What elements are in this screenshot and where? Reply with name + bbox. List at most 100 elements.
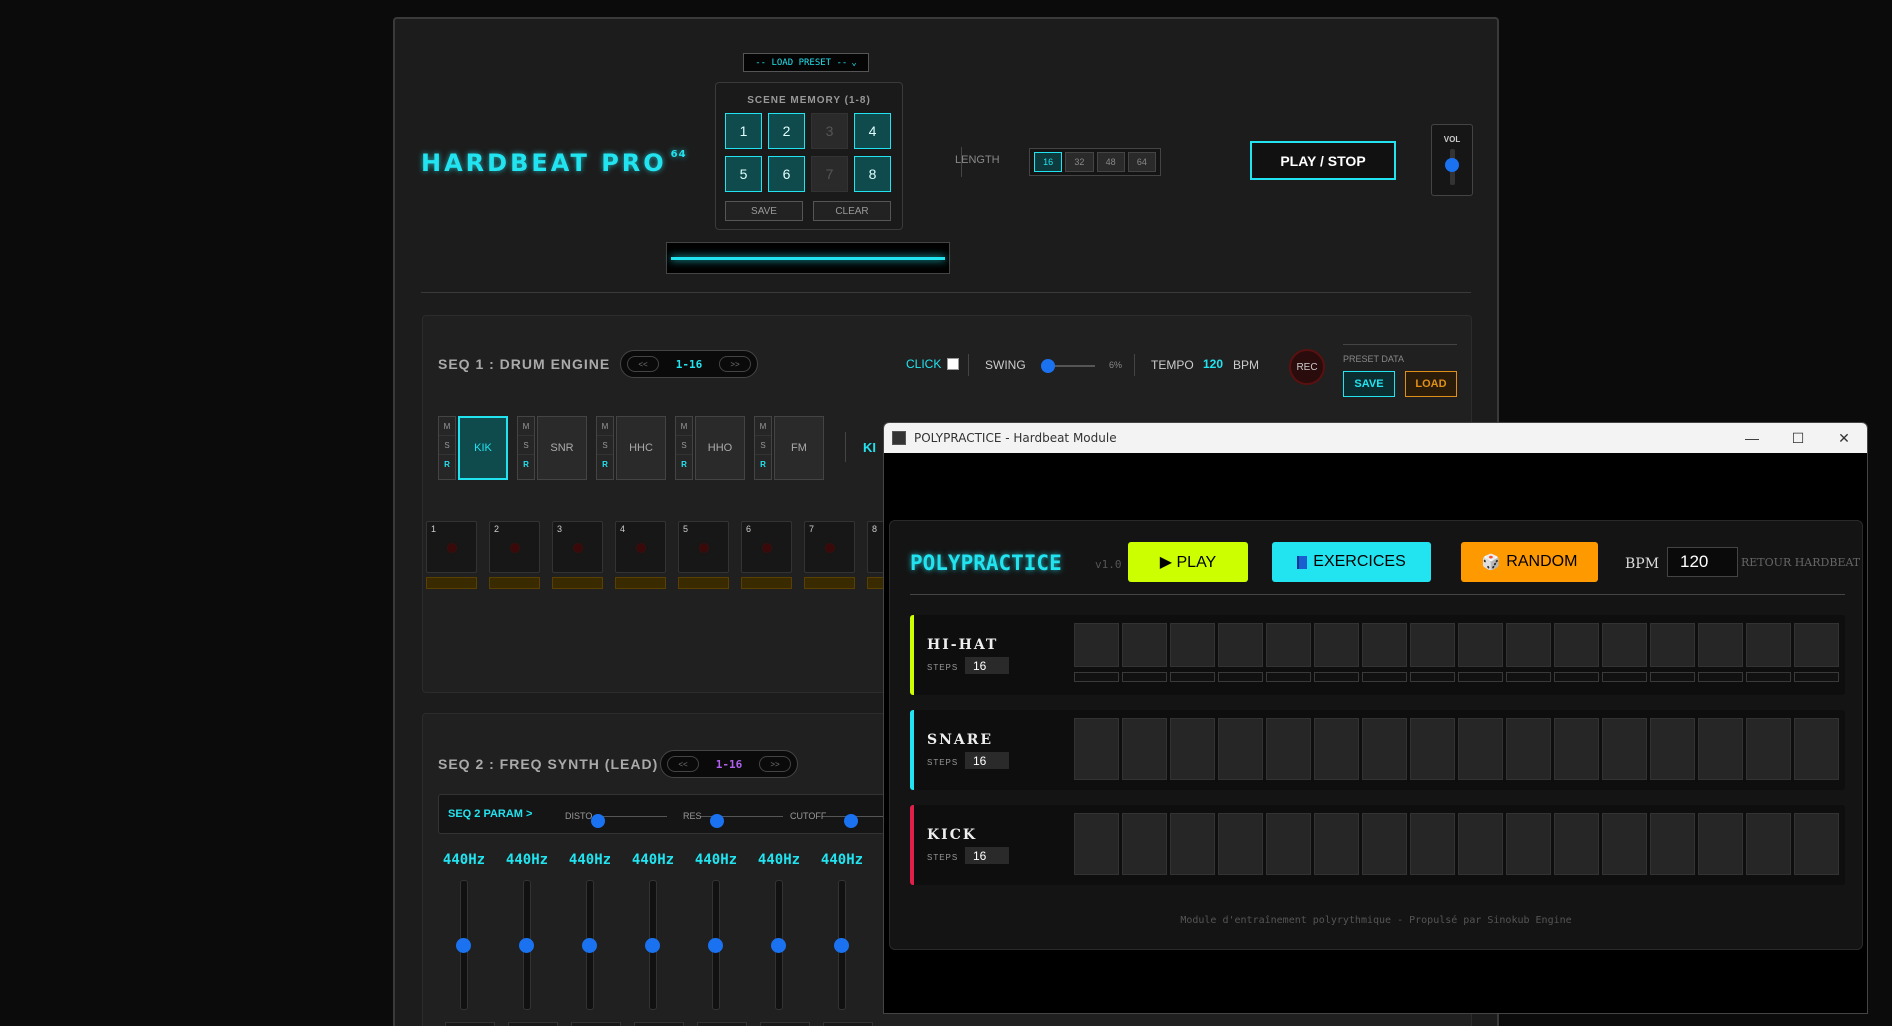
step-cell[interactable] (1362, 623, 1407, 667)
step-cell[interactable] (1314, 623, 1359, 667)
freq-knob[interactable] (519, 938, 534, 953)
step-cell[interactable] (1506, 718, 1551, 780)
freq-knob[interactable] (582, 938, 597, 953)
substep-cell[interactable] (1698, 672, 1743, 682)
substep-cell[interactable] (1218, 672, 1263, 682)
random-button[interactable]: R (597, 455, 613, 474)
step-cell[interactable] (1506, 623, 1551, 667)
step-cell[interactable] (1650, 623, 1695, 667)
step-cell[interactable] (1458, 718, 1503, 780)
step-cell[interactable] (1794, 718, 1839, 780)
solo-button[interactable]: S (597, 436, 613, 455)
step-cell[interactable] (1266, 623, 1311, 667)
step-cell[interactable] (1218, 623, 1263, 667)
step-cell[interactable] (1698, 623, 1743, 667)
swing-knob[interactable] (1041, 359, 1055, 373)
freq-knob[interactable] (645, 938, 660, 953)
step-cell[interactable] (1218, 718, 1263, 780)
step-3[interactable]: 3 (552, 521, 603, 589)
freq-knob[interactable] (771, 938, 786, 953)
step-6[interactable]: 6 (741, 521, 792, 589)
close-icon[interactable]: ✕ (1821, 423, 1867, 453)
scene-slot-4[interactable]: 4 (854, 113, 891, 149)
freq-knob[interactable] (834, 938, 849, 953)
step-cell[interactable] (1794, 623, 1839, 667)
mute-button[interactable]: M (597, 417, 613, 436)
back-to-hardbeat-link[interactable]: RETOUR HARDBEAT (1741, 556, 1860, 569)
freq-slider[interactable] (708, 880, 723, 1010)
instrument-fm[interactable]: FM (774, 416, 824, 480)
substep-cell[interactable] (1794, 672, 1839, 682)
step-cell[interactable] (1506, 813, 1551, 875)
step-cell[interactable] (1602, 623, 1647, 667)
random-button[interactable]: 🎲 RANDOM (1461, 542, 1598, 582)
substep-cell[interactable] (1602, 672, 1647, 682)
step-cell[interactable] (1122, 623, 1167, 667)
step-cell[interactable] (1410, 623, 1455, 667)
substep-cell[interactable] (1554, 672, 1599, 682)
step-cell[interactable] (1554, 623, 1599, 667)
scene-slot-3[interactable]: 3 (811, 113, 848, 149)
substep-cell[interactable] (1314, 672, 1359, 682)
seq2-step[interactable] (571, 1022, 621, 1026)
step-accent[interactable] (552, 577, 603, 589)
seq1-next-button[interactable]: >> (719, 356, 751, 372)
step-cell[interactable] (1698, 813, 1743, 875)
step-accent[interactable] (741, 577, 792, 589)
scene-clear-button[interactable]: CLEAR (813, 201, 891, 221)
scene-slot-7[interactable]: 7 (811, 156, 848, 192)
step-cell[interactable] (1170, 623, 1215, 667)
seq2-step[interactable] (697, 1022, 747, 1026)
substep-cell[interactable] (1410, 672, 1455, 682)
seq2-prev-button[interactable]: << (667, 756, 699, 772)
minimize-icon[interactable]: — (1729, 423, 1775, 453)
steps-input[interactable]: 16 (965, 657, 1009, 674)
random-button[interactable]: R (676, 455, 692, 474)
substep-cell[interactable] (1074, 672, 1119, 682)
steps-input[interactable]: 16 (965, 847, 1009, 864)
disto-knob[interactable] (591, 814, 605, 828)
solo-button[interactable]: S (439, 436, 455, 455)
window-titlebar[interactable]: POLYPRACTICE - Hardbeat Module — ☐ ✕ (884, 423, 1867, 453)
length-option-32[interactable]: 32 (1065, 152, 1094, 172)
play-stop-button[interactable]: PLAY / STOP (1250, 141, 1396, 180)
seq2-step[interactable] (445, 1022, 495, 1026)
step-accent[interactable] (804, 577, 855, 589)
steps-input[interactable]: 16 (965, 752, 1009, 769)
step-cell[interactable] (1554, 718, 1599, 780)
step-cell[interactable] (1362, 718, 1407, 780)
solo-button[interactable]: S (676, 436, 692, 455)
step-accent[interactable] (615, 577, 666, 589)
step-cell[interactable] (1698, 718, 1743, 780)
step-pad[interactable]: 7 (804, 521, 855, 573)
res-knob[interactable] (710, 814, 724, 828)
step-cell[interactable] (1602, 718, 1647, 780)
step-cell[interactable] (1458, 813, 1503, 875)
step-cell[interactable] (1746, 813, 1791, 875)
scene-slot-2[interactable]: 2 (768, 113, 805, 149)
step-cell[interactable] (1170, 813, 1215, 875)
seq2-next-button[interactable]: >> (759, 756, 791, 772)
step-cell[interactable] (1266, 718, 1311, 780)
step-cell[interactable] (1458, 623, 1503, 667)
step-cell[interactable] (1410, 813, 1455, 875)
seq2-param-toggle[interactable]: SEQ 2 PARAM > (448, 808, 532, 820)
substep-cell[interactable] (1746, 672, 1791, 682)
cutoff-knob[interactable] (844, 814, 858, 828)
step-cell[interactable] (1074, 813, 1119, 875)
tempo-value[interactable]: 120 (1203, 357, 1223, 371)
step-pad[interactable]: 2 (489, 521, 540, 573)
freq-slider[interactable] (519, 880, 534, 1010)
length-option-16[interactable]: 16 (1034, 152, 1063, 172)
step-cell[interactable] (1650, 718, 1695, 780)
step-cell[interactable] (1314, 718, 1359, 780)
step-pad[interactable]: 4 (615, 521, 666, 573)
step-cell[interactable] (1746, 623, 1791, 667)
step-cell[interactable] (1554, 813, 1599, 875)
volume-knob[interactable] (1445, 158, 1459, 172)
step-pad[interactable]: 3 (552, 521, 603, 573)
step-cell[interactable] (1074, 623, 1119, 667)
mute-button[interactable]: M (676, 417, 692, 436)
freq-knob[interactable] (708, 938, 723, 953)
mute-button[interactable]: M (755, 417, 771, 436)
